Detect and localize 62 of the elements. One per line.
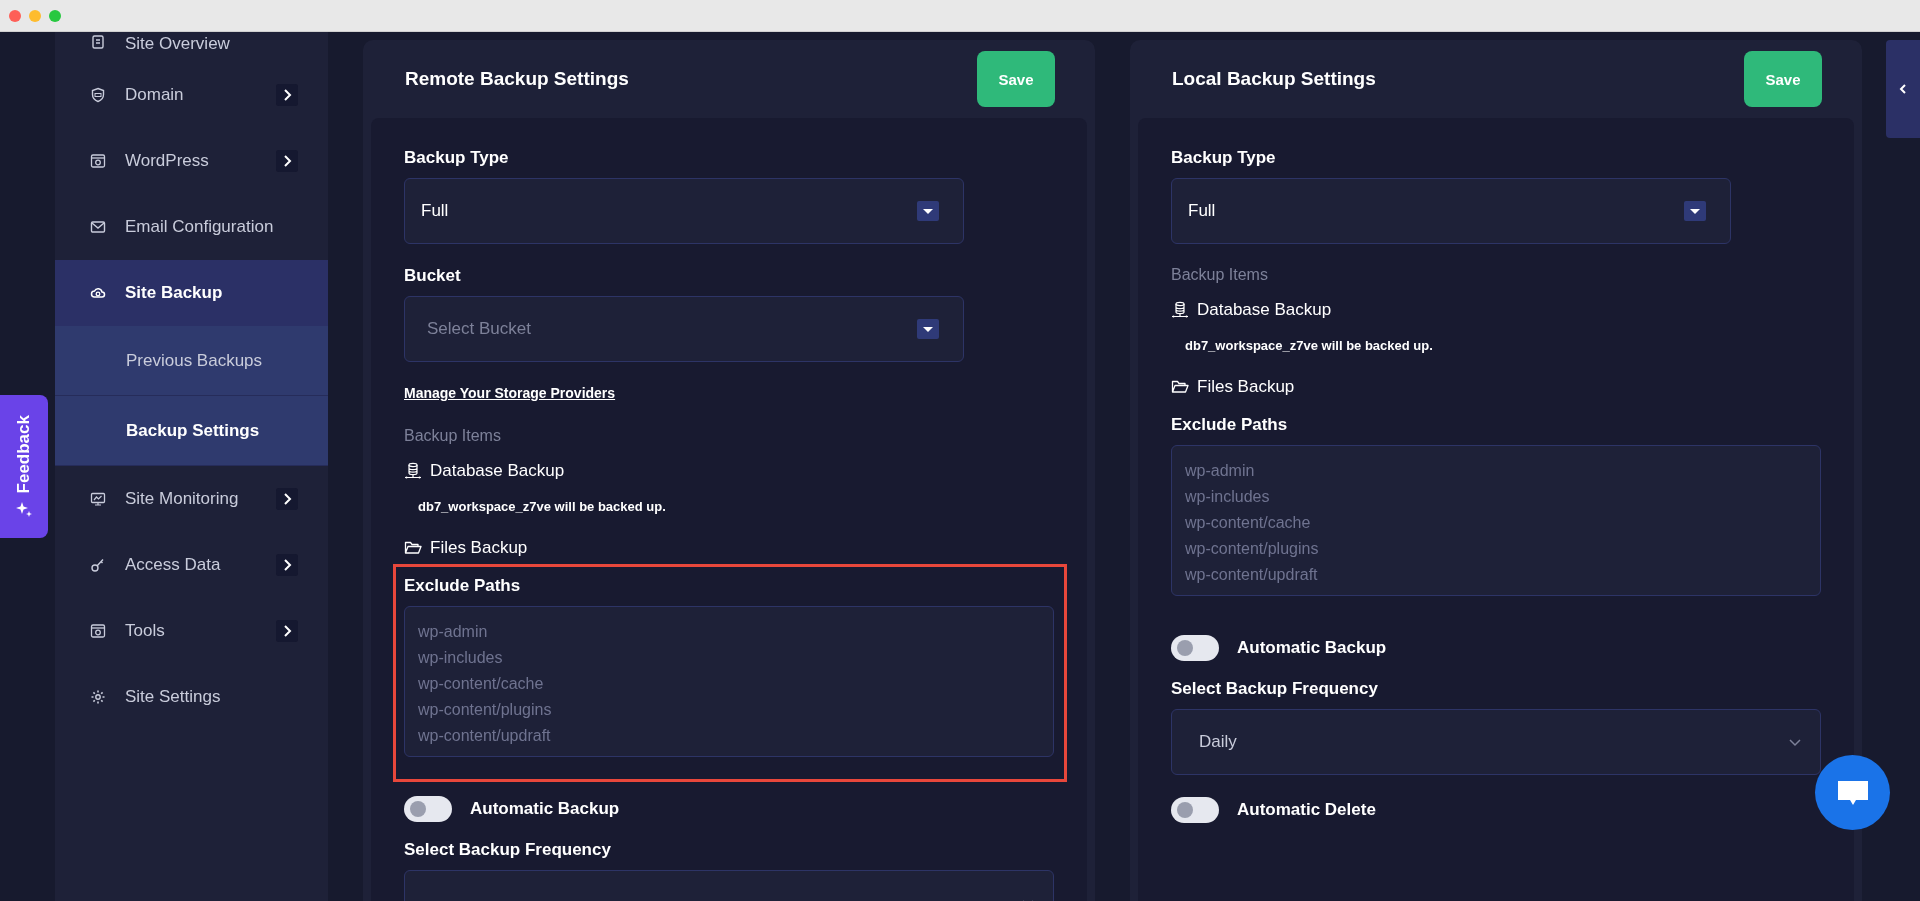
toggle-label: Automatic Backup: [1237, 638, 1387, 658]
field-label: Select Backup Frequency: [1171, 679, 1378, 699]
folder-icon: [404, 539, 422, 557]
item-label: Database Backup: [1197, 300, 1332, 320]
caret-icon: [917, 201, 939, 221]
cloud-sync-icon: [90, 285, 106, 301]
sidebar-item[interactable]: WordPress: [55, 128, 328, 194]
browser-gear-icon: [90, 153, 106, 169]
field-label: Bucket: [404, 266, 461, 286]
caret-icon: [1684, 201, 1706, 221]
sidebar-item[interactable]: Email Configuration: [55, 194, 328, 260]
item-label: Database Backup: [430, 461, 565, 481]
maximize-window-icon[interactable]: [49, 9, 61, 22]
field-label: Select Backup Frequency: [404, 840, 611, 860]
close-window-icon[interactable]: [9, 9, 21, 22]
sidebar-item[interactable]: Domain: [55, 62, 328, 128]
database-icon: [404, 462, 422, 480]
submenu-item[interactable]: Previous Backups: [55, 326, 328, 396]
doc-icon: [90, 34, 106, 50]
sidebar-item[interactable]: Tools: [55, 598, 328, 664]
section-caption: Backup Items: [1171, 266, 1268, 284]
sidebar-item[interactable]: Site Overview: [55, 32, 328, 62]
card-title: Local Backup Settings: [1172, 68, 1376, 90]
field-label: Backup Type: [1171, 148, 1276, 168]
sidebar-item[interactable]: Site Monitoring: [55, 466, 328, 532]
shield-icon: [90, 87, 106, 103]
toggle-switch[interactable]: [1171, 797, 1219, 823]
chevron-left-icon: [1897, 83, 1909, 95]
toggle-switch[interactable]: [1171, 635, 1219, 661]
sidebar-item[interactable]: Access Data: [55, 532, 328, 598]
gear-icon: [90, 689, 106, 705]
section-caption: Backup Items: [404, 427, 501, 445]
note-text: db7_workspace_z7ve will be backed up.: [418, 499, 666, 514]
toggle-switch[interactable]: [404, 796, 452, 822]
sidebar-item[interactable]: Site Settings: [55, 664, 328, 730]
select-field[interactable]: Full: [1171, 178, 1731, 244]
toggle-label: Automatic Backup: [470, 799, 620, 819]
toggle-label: Automatic Delete: [1237, 800, 1376, 820]
exclude-paths-field[interactable]: wp-admin wp-includes wp-content/cache wp-content/plugins wp-content/updraft: [404, 606, 1054, 757]
field-label: Exclude Paths: [1171, 415, 1288, 435]
submenu-item[interactable]: Backup Settings: [55, 396, 328, 466]
field-label: Exclude Paths: [404, 576, 521, 596]
card-title: Remote Backup Settings: [405, 68, 629, 90]
select-field[interactable]: Select Bucket: [404, 296, 964, 362]
folder-icon: [1171, 378, 1189, 396]
key-icon: [90, 557, 106, 573]
item-label: Files Backup: [1197, 377, 1295, 397]
caret-icon: [917, 319, 939, 339]
select-field[interactable]: Full: [404, 178, 964, 244]
database-icon: [1171, 301, 1189, 319]
monitor-icon: [90, 491, 106, 507]
mail-icon: [90, 219, 106, 235]
sidebar-item[interactable]: Site Backup: [55, 260, 328, 326]
browser-gear-icon: [90, 623, 106, 639]
minimize-window-icon[interactable]: [29, 9, 41, 22]
field-label: Backup Type: [404, 148, 509, 168]
feedback-tab[interactable]: Feedback: [0, 395, 48, 538]
exclude-paths-field[interactable]: wp-admin wp-includes wp-content/cache wp-content/plugins wp-content/updraft: [1171, 445, 1821, 596]
item-label: Files Backup: [430, 538, 528, 558]
note-text: db7_workspace_z7ve will be backed up.: [1185, 338, 1433, 353]
select-field[interactable]: Daily: [1171, 709, 1821, 775]
storage-providers-link[interactable]: Manage Your Storage Providers: [404, 385, 616, 401]
